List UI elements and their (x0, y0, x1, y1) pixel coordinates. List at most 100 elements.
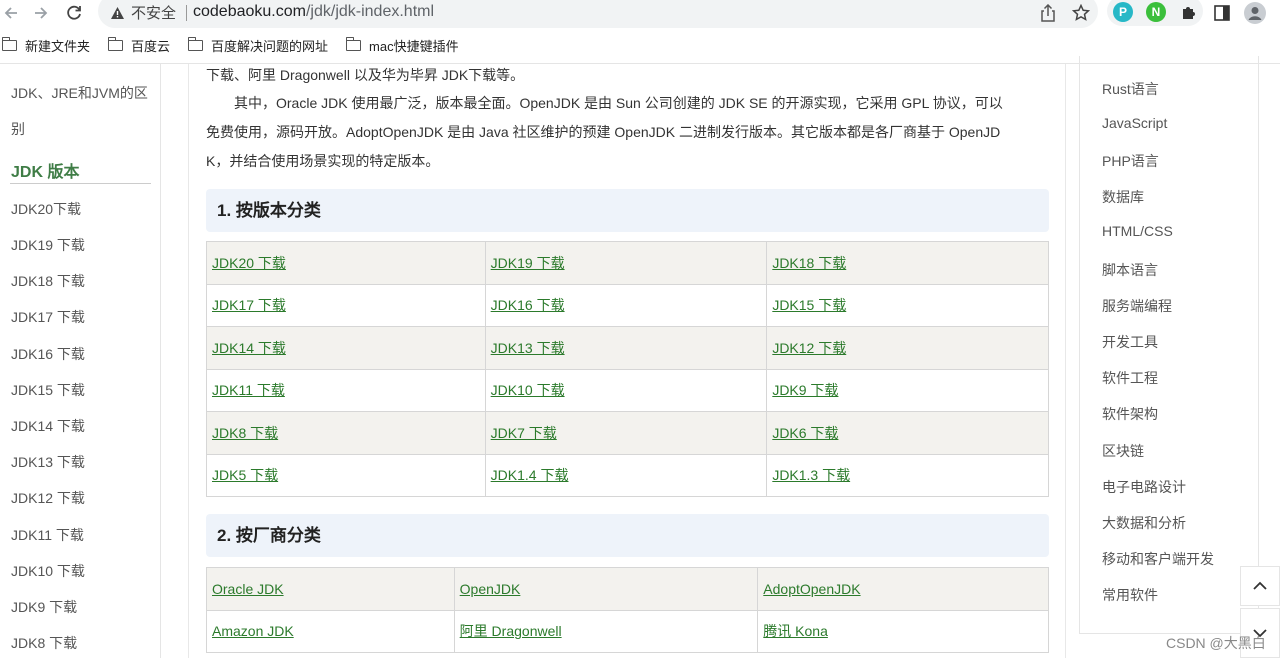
version-download-link[interactable]: JDK15 下载 (772, 297, 846, 313)
bookmark-star-button[interactable] (1069, 1, 1093, 25)
url-text[interactable]: codebaoku.com/jdk/jdk-index.html (193, 3, 434, 21)
version-download-link[interactable]: JDK14 下载 (212, 340, 286, 356)
category-circuits[interactable]: 电子电路设计 (1102, 477, 1186, 497)
table-cell: JDK17 下载 (206, 283, 486, 327)
profile-button[interactable] (1243, 1, 1267, 25)
section-title-by-vendor: 2. 按厂商分类 (206, 514, 1049, 557)
category-blockchain[interactable]: 区块链 (1102, 441, 1144, 461)
url-host: codebaoku.com (193, 3, 306, 20)
sidebar-item-jdk9[interactable]: JDK9 下载 (11, 597, 77, 617)
version-download-link[interactable]: JDK10 下载 (491, 382, 565, 398)
vendor-download-link[interactable]: Amazon JDK (212, 623, 294, 639)
bookmark-folder-2[interactable]: 百度云 (107, 36, 170, 55)
sidebar-item-jdk10[interactable]: JDK10 下载 (11, 561, 85, 581)
category-software-eng[interactable]: 软件工程 (1102, 368, 1158, 388)
security-indicator[interactable]: 不安全 (110, 2, 191, 23)
version-download-link[interactable]: JDK20 下载 (212, 255, 286, 271)
share-button[interactable] (1036, 1, 1060, 25)
table-cell: JDK10 下载 (484, 368, 768, 412)
sidebar-item-jdk14[interactable]: JDK14 下载 (11, 416, 85, 436)
sidebar-item-jdk18[interactable]: JDK18 下载 (11, 271, 85, 291)
category-dev-tools[interactable]: 开发工具 (1102, 332, 1158, 352)
version-download-link[interactable]: JDK8 下载 (212, 425, 278, 441)
version-download-link[interactable]: JDK6 下载 (772, 425, 838, 441)
table-cell: JDK5 下载 (206, 453, 486, 497)
vendor-download-link[interactable]: 腾讯 Kona (763, 623, 828, 639)
version-download-link[interactable]: JDK1.4 下载 (491, 467, 569, 483)
share-icon (1041, 4, 1055, 22)
bookmark-folder-1[interactable]: 新建文件夹 (1, 36, 90, 55)
sidebar-item-jdk13[interactable]: JDK13 下载 (11, 452, 85, 472)
table-row: JDK11 下载 JDK10 下载 JDK9 下载 (206, 368, 1049, 412)
version-download-link[interactable]: JDK1.3 下载 (772, 467, 850, 483)
category-php[interactable]: PHP语言 (1102, 151, 1159, 171)
section-title-by-version: 1. 按版本分类 (206, 189, 1049, 232)
sidebar-item-jdk-jre-jvm-cont[interactable]: 别 (11, 119, 25, 139)
intro-line-3: 免费使用，源码开放。AdoptOpenJDK 是由 Java 社区维护的预建 O… (206, 124, 1001, 140)
category-database[interactable]: 数据库 (1102, 187, 1144, 207)
sidebar-item-jdk-jre-jvm[interactable]: JDK、JRE和JVM的区 (11, 83, 148, 103)
version-download-link[interactable]: JDK9 下载 (772, 382, 838, 398)
forward-button[interactable] (30, 2, 52, 24)
version-download-link[interactable]: JDK18 下载 (772, 255, 846, 271)
category-common-software[interactable]: 常用软件 (1102, 585, 1158, 605)
version-download-link[interactable]: JDK17 下载 (212, 297, 286, 313)
table-cell: JDK13 下载 (484, 326, 768, 370)
vendor-download-link[interactable]: AdoptOpenJDK (763, 581, 860, 597)
avatar-icon (1244, 2, 1266, 24)
version-download-link[interactable]: JDK16 下载 (491, 297, 565, 313)
back-button[interactable] (0, 2, 22, 24)
reload-button[interactable] (63, 2, 85, 24)
sidebar-item-jdk15[interactable]: JDK15 下载 (11, 380, 85, 400)
category-html-css[interactable]: HTML/CSS (1102, 223, 1173, 239)
version-download-link[interactable]: JDK19 下载 (491, 255, 565, 271)
vendor-download-link[interactable]: OpenJDK (460, 581, 521, 597)
warning-icon (111, 6, 124, 19)
table-cell: JDK6 下载 (766, 411, 1049, 455)
version-download-link[interactable]: JDK5 下载 (212, 467, 278, 483)
sidebar-item-jdk16[interactable]: JDK16 下载 (11, 344, 85, 364)
bookmark-folder-4[interactable]: mac快捷键插件 (345, 36, 459, 55)
category-bigdata[interactable]: 大数据和分析 (1102, 513, 1186, 533)
table-cell: JDK1.4 下载 (484, 453, 768, 497)
extensions-button[interactable] (1177, 1, 1201, 25)
bookmark-folder-3[interactable]: 百度解决问题的网址 (187, 36, 329, 55)
intro-line-4: K，并结合使用场景实现的特定版本。 (206, 153, 440, 169)
category-script[interactable]: 脚本语言 (1102, 260, 1158, 280)
sidebar-item-jdk17[interactable]: JDK17 下载 (11, 307, 85, 327)
sidebar-active-underline (10, 183, 151, 184)
sidebar-item-jdk8[interactable]: JDK8 下载 (11, 633, 77, 653)
category-mobile[interactable]: 移动和客户端开发 (1102, 549, 1214, 569)
sidebar-item-jdk12[interactable]: JDK12 下载 (11, 488, 85, 508)
sidebar-item-jdk20[interactable]: JDK20下载 (11, 199, 81, 219)
version-download-link[interactable]: JDK12 下载 (772, 340, 846, 356)
table-row: Oracle JDK OpenJDK AdoptOpenJDK (206, 567, 1049, 611)
vendor-download-link[interactable]: Oracle JDK (212, 581, 284, 597)
scroll-up-button[interactable] (1240, 566, 1280, 606)
table-row: Amazon JDK 阿里 Dragonwell 腾讯 Kona (206, 609, 1049, 653)
extension-p-icon[interactable]: P (1113, 2, 1133, 22)
category-server[interactable]: 服务端编程 (1102, 296, 1172, 316)
sidebar-item-jdk19[interactable]: JDK19 下载 (11, 235, 85, 255)
side-panel-button[interactable] (1210, 1, 1234, 25)
extension-n-icon[interactable]: N (1146, 2, 1166, 22)
security-label: 不安全 (131, 5, 177, 22)
version-download-link[interactable]: JDK7 下载 (491, 425, 557, 441)
version-download-link[interactable]: JDK11 下载 (212, 382, 285, 398)
table-row: JDK5 下载 JDK1.4 下载 JDK1.3 下载 (206, 453, 1049, 497)
sidebar-item-jdk11[interactable]: JDK11 下载 (11, 525, 84, 545)
table-cell: JDK19 下载 (484, 241, 768, 285)
chevron-up-icon (1253, 581, 1267, 590)
category-rust[interactable]: Rust语言 (1102, 79, 1159, 99)
sidebar-item-jdk-versions[interactable]: JDK 版本 (11, 158, 79, 182)
bookmark-label: 百度解决问题的网址 (211, 38, 329, 54)
table-cell: JDK12 下载 (766, 326, 1049, 370)
folder-icon (345, 36, 362, 51)
intro-line-2: 其中，Oracle JDK 使用最广泛，版本最全面。OpenJDK 是由 Sun… (234, 95, 1003, 111)
table-cell: JDK7 下载 (484, 411, 768, 455)
vendor-download-link[interactable]: 阿里 Dragonwell (460, 623, 562, 639)
table-cell: JDK1.3 下载 (766, 453, 1049, 497)
version-download-link[interactable]: JDK13 下载 (491, 340, 565, 356)
category-architecture[interactable]: 软件架构 (1102, 404, 1158, 424)
category-javascript[interactable]: JavaScript (1102, 115, 1167, 131)
